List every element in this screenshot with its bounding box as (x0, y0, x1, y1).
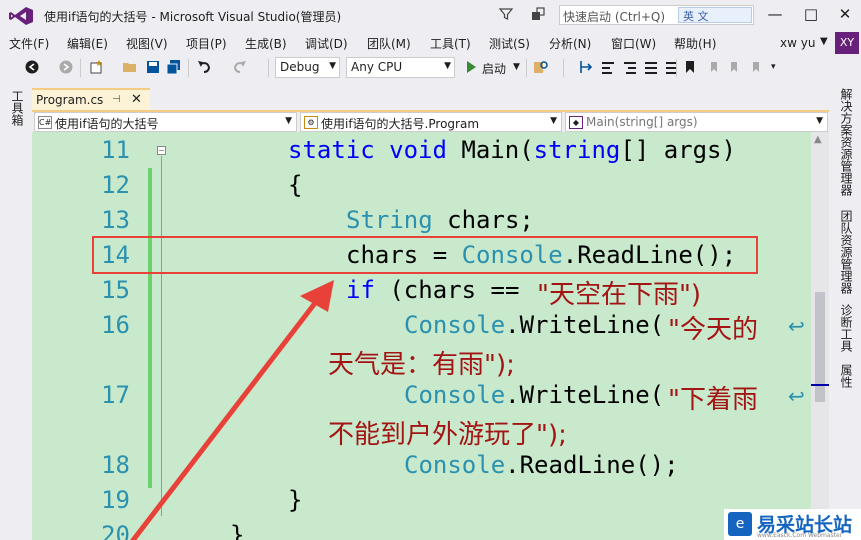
start-debugging-button[interactable]: 启动 (482, 60, 506, 77)
chevron-down-icon: ▼ (285, 116, 292, 126)
ime-status-badge[interactable]: 英 文 (678, 7, 752, 23)
quick-launch-input[interactable]: 快速启动 (Ctrl+Q) 英 文 (559, 5, 754, 25)
close-window-button[interactable]: ✕ (835, 4, 855, 24)
save-all-icon[interactable] (166, 59, 182, 75)
class-icon: ⚙ (304, 116, 318, 129)
comment-out-icon[interactable] (643, 59, 659, 75)
right-side-panel: 解决方案资源管理器 团队资源管理器 诊断工具 属性 (829, 82, 861, 540)
next-bookmark-icon[interactable] (726, 59, 742, 75)
menu-bar: 文件(F) 编辑(E) 视图(V) 项目(P) 生成(B) 调试(D) 团队(M… (0, 32, 861, 54)
step-over-icon[interactable] (600, 59, 616, 75)
avatar[interactable]: XY (835, 32, 859, 54)
restore-button[interactable]: □ (801, 4, 821, 24)
watermark-subtext: www.Easck.Com Webmaster (757, 532, 843, 539)
scroll-up-icon[interactable]: ▲ (814, 134, 822, 145)
chevron-down-icon[interactable]: ▼ (820, 36, 828, 47)
diagnostic-tools-tab[interactable]: 诊断工具 (838, 304, 855, 352)
toolbar-overflow-icon[interactable]: ▾ (771, 62, 776, 72)
member-dropdown[interactable]: ◆ Main(string[] args) ▼ (565, 112, 828, 132)
signed-in-user-name[interactable]: xw yu (780, 36, 815, 50)
chevron-down-icon: ▼ (444, 61, 451, 71)
toolbar-separator (80, 59, 81, 77)
toolbox-panel-tab[interactable]: 工具箱 (0, 82, 32, 540)
open-file-icon[interactable] (122, 59, 138, 75)
menu-tools[interactable]: 工具(T) (430, 35, 471, 52)
menu-edit[interactable]: 编辑(E) (67, 35, 108, 52)
bookmark-icon[interactable] (682, 59, 698, 75)
document-tab-program-cs[interactable]: Program.cs ⊣ ✕ (32, 88, 150, 110)
redo-icon[interactable] (232, 59, 248, 75)
step-out-icon[interactable] (622, 59, 638, 75)
title-bar: 使用if语句的大括号 - Microsoft Visual Studio(管理员… (0, 0, 861, 32)
notifications-icon[interactable] (530, 6, 546, 22)
site-watermark: e 易采站长站 www.Easck.Com Webmaster (724, 509, 861, 540)
solution-configuration-select[interactable]: Debug ▼ (275, 57, 340, 78)
chevron-down-icon: ▼ (329, 61, 336, 71)
standard-toolbar: Debug ▼ Any CPU ▼ 启动 ▼ ▾ (0, 54, 861, 82)
toolbar-separator (188, 59, 189, 77)
document-tab-label: Program.cs (36, 93, 104, 107)
menu-project[interactable]: 项目(P) (186, 35, 227, 52)
properties-tab[interactable]: 属性 (838, 364, 855, 388)
team-explorer-tab[interactable]: 团队资源管理器 (838, 210, 855, 294)
step-into-icon[interactable] (578, 59, 594, 75)
clear-bookmarks-icon[interactable] (748, 59, 764, 75)
menu-view[interactable]: 视图(V) (126, 35, 168, 52)
menu-window[interactable]: 窗口(W) (611, 35, 656, 52)
menu-test[interactable]: 测试(S) (489, 35, 530, 52)
menu-build[interactable]: 生成(B) (245, 35, 287, 52)
toolbar-separator (563, 59, 564, 77)
new-project-icon[interactable] (88, 59, 104, 75)
visual-studio-logo-icon (9, 7, 33, 25)
undo-icon[interactable] (196, 59, 212, 75)
solution-platform-select[interactable]: Any CPU ▼ (346, 57, 455, 78)
menu-analyze[interactable]: 分析(N) (549, 35, 591, 52)
chevron-down-icon: ▼ (550, 116, 557, 126)
find-in-files-icon[interactable] (533, 59, 549, 75)
navigation-bar: C# 使用if语句的大括号 ▼ ⚙ 使用if语句的大括号.Program ▼ ◆… (32, 112, 829, 132)
feedback-filter-icon[interactable] (498, 6, 514, 22)
save-icon[interactable] (145, 59, 161, 75)
navigate-back-icon[interactable] (24, 59, 40, 75)
toolbar-separator (526, 59, 527, 77)
menu-debug[interactable]: 调试(D) (305, 35, 348, 52)
pin-icon[interactable]: ⊣ (112, 94, 121, 105)
menu-file[interactable]: 文件(F) (9, 35, 49, 52)
solution-explorer-tab[interactable]: 解决方案资源管理器 (838, 88, 855, 196)
window-title: 使用if语句的大括号 - Microsoft Visual Studio(管理员… (44, 10, 342, 24)
menu-help[interactable]: 帮助(H) (674, 35, 716, 52)
start-debugging-icon[interactable] (463, 59, 479, 75)
toolbar-separator (268, 59, 269, 77)
code-editor[interactable]: − 11 12 13 14 15 16 17 18 19 20 static v… (32, 132, 811, 540)
navigate-forward-icon[interactable] (58, 59, 74, 75)
method-icon: ◆ (569, 116, 583, 129)
watermark-logo-icon: e (728, 512, 752, 536)
previous-bookmark-icon[interactable] (706, 59, 722, 75)
project-dropdown[interactable]: C# 使用if语句的大括号 ▼ (34, 112, 297, 132)
annotation-arrow (130, 280, 334, 540)
chevron-down-icon[interactable]: ▼ (513, 62, 520, 72)
csharp-project-icon: C# (38, 116, 52, 129)
minimize-button[interactable]: — (765, 4, 785, 24)
toolbar-separator (676, 59, 677, 77)
menu-team[interactable]: 团队(M) (367, 35, 411, 52)
chevron-down-icon: ▼ (816, 116, 823, 126)
caret-position-marker (811, 384, 829, 386)
class-dropdown[interactable]: ⚙ 使用if语句的大括号.Program ▼ (300, 112, 562, 132)
close-icon[interactable]: ✕ (131, 92, 142, 107)
vertical-scrollbar[interactable]: ▲ (811, 132, 829, 540)
